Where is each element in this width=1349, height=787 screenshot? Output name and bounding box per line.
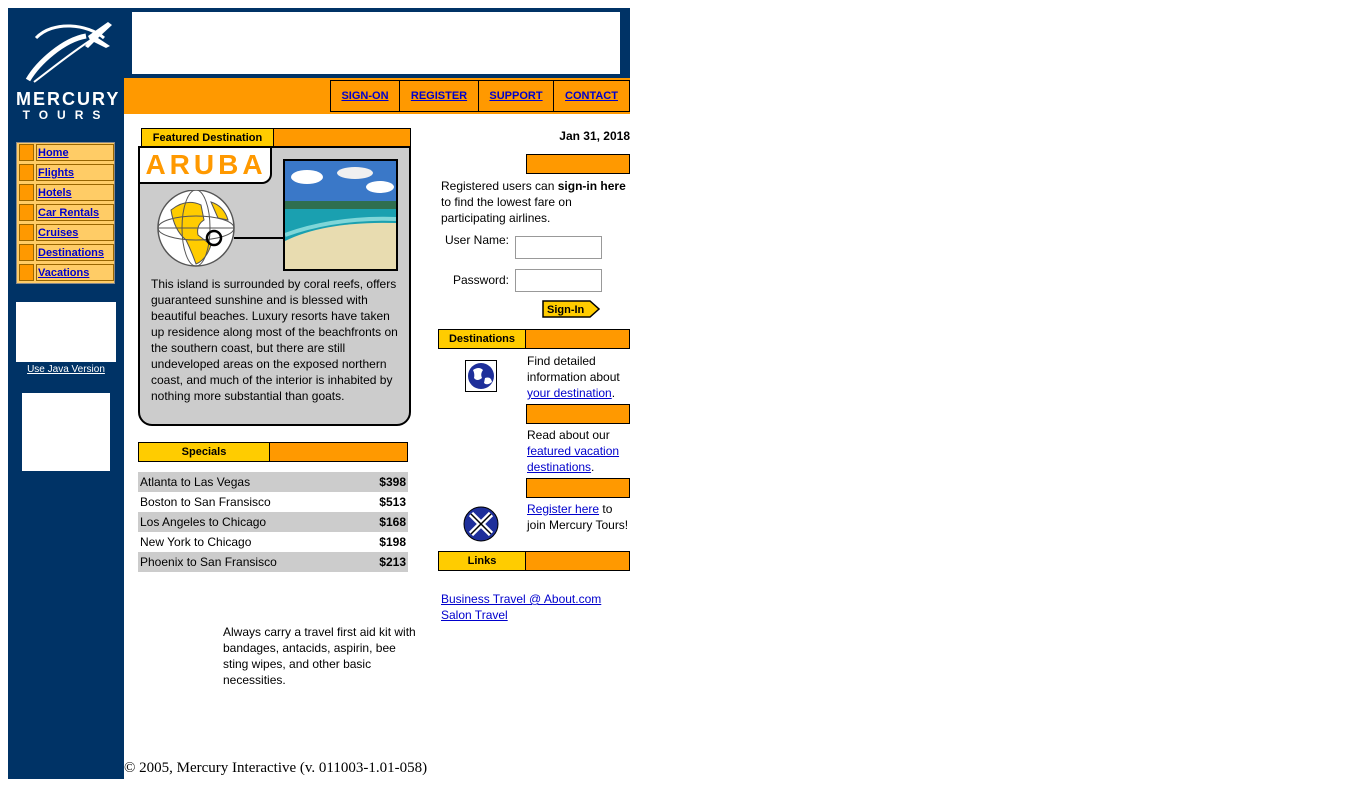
special-price: $513: [379, 495, 406, 509]
vacations-info: Read about our featured vacation destina…: [527, 427, 632, 475]
destinations-header: Destinations: [438, 329, 630, 349]
menu-car-rentals-link[interactable]: Car Rentals: [38, 207, 99, 219]
menu-item-home: Home: [19, 143, 114, 162]
menu-item-destinations: Destinations: [19, 243, 114, 262]
ad-banner: [132, 12, 620, 74]
menu-item-flights: Flights: [19, 163, 114, 182]
signin-header-bar: [526, 154, 630, 174]
specials-row: Los Angeles to Chicago $168: [138, 512, 408, 532]
destinations-text-post: .: [611, 386, 616, 400]
globe-locator-icon: [156, 189, 238, 270]
special-route: Phoenix to San Fransisco: [140, 555, 277, 569]
special-price: $213: [379, 555, 406, 569]
menu-destinations-link[interactable]: Destinations: [38, 247, 104, 259]
specials-row: Boston to San Fransisco $513: [138, 492, 408, 512]
menu-vacations-link[interactable]: Vacations: [38, 267, 89, 279]
special-price: $168: [379, 515, 406, 529]
username-field[interactable]: [515, 236, 602, 259]
signin-intro-pre: Registered users can: [441, 179, 558, 193]
destinations-title: Destinations: [439, 330, 526, 348]
sign-in-button-label: Sign-In: [547, 304, 585, 316]
world-globe-icon: [465, 360, 497, 392]
nav-register: REGISTER: [399, 80, 479, 112]
vacations-header-bar: [526, 404, 630, 424]
special-price: $398: [379, 475, 406, 489]
password-label: Password:: [452, 273, 509, 287]
support-link[interactable]: SUPPORT: [489, 90, 542, 102]
register-header-bar: [526, 478, 630, 498]
specials-row: New York to Chicago $198: [138, 532, 408, 552]
password-field[interactable]: [515, 269, 602, 292]
specials-header: Specials: [138, 442, 408, 462]
register-link[interactable]: REGISTER: [411, 90, 467, 102]
side-menu: Home Flights Hotels Car Rentals Cruises …: [16, 142, 115, 284]
special-route: Boston to San Fransisco: [140, 495, 271, 509]
sign-in-button[interactable]: Sign-In: [542, 300, 601, 318]
special-route: Atlanta to Las Vegas: [140, 475, 251, 489]
register-cross-icon: [462, 505, 500, 543]
register-here-link[interactable]: Register here: [527, 502, 599, 516]
specials-row: Phoenix to San Fransisco $213: [138, 552, 408, 572]
nav-sign-on: SIGN-ON: [330, 80, 400, 112]
brand-subname: TOURS: [22, 108, 110, 122]
special-route: New York to Chicago: [140, 535, 252, 549]
sign-on-link[interactable]: SIGN-ON: [341, 90, 388, 102]
destination-name: ARUBA: [145, 149, 267, 180]
menu-item-car-rentals: Car Rentals: [19, 203, 114, 222]
destinations-info: Find detailed information about your des…: [527, 353, 632, 401]
ad-placeholder: [22, 393, 110, 471]
copyright-footer: © 2005, Mercury Interactive (v. 011003-1…: [124, 760, 428, 776]
java-applet-placeholder: [16, 302, 116, 362]
destination-description: This island is surrounded by coral reefs…: [151, 277, 398, 403]
signin-intro-post: to find the lowest fare on participating…: [441, 195, 572, 225]
vacations-text-pre: Read about our: [527, 428, 610, 442]
nav-contact: CONTACT: [553, 80, 630, 112]
menu-hotels-link[interactable]: Hotels: [38, 187, 72, 199]
contact-link[interactable]: CONTACT: [565, 90, 618, 102]
beach-photo: [283, 159, 398, 271]
special-route: Los Angeles to Chicago: [140, 515, 267, 529]
links-title: Links: [439, 552, 526, 570]
travel-tip: Always carry a travel first aid kit with…: [223, 625, 416, 687]
menu-home-link[interactable]: Home: [38, 147, 69, 159]
your-destination-link[interactable]: your destination: [527, 386, 612, 400]
signin-intro-bold: sign-in here: [557, 179, 626, 193]
menu-flights-link[interactable]: Flights: [38, 167, 74, 179]
vacations-text-post: .: [591, 460, 595, 474]
featured-vacation-destinations-link[interactable]: featured vacation destinations: [527, 444, 619, 474]
username-label: User Name:: [444, 233, 509, 247]
featured-destination-header: Featured Destination: [141, 128, 411, 148]
business-travel-link[interactable]: Business Travel @ About.com: [441, 592, 601, 606]
specials-row: Atlanta to Las Vegas $398: [138, 472, 408, 492]
menu-cruises-link[interactable]: Cruises: [38, 227, 78, 239]
special-price: $198: [379, 535, 406, 549]
menu-item-cruises: Cruises: [19, 223, 114, 242]
locator-connector-line: [234, 237, 284, 239]
links-list: Business Travel @ About.com Salon Travel: [441, 591, 601, 623]
current-date: Jan 31, 2018: [559, 129, 630, 143]
register-info: Register here to join Mercury Tours!: [527, 501, 632, 533]
salon-travel-link[interactable]: Salon Travel: [441, 608, 508, 622]
nav-support: SUPPORT: [478, 80, 554, 112]
specials-title: Specials: [139, 443, 270, 461]
use-java-version-link[interactable]: Use Java Version: [27, 364, 105, 375]
featured-destination-title: Featured Destination: [142, 129, 274, 147]
brand-name: MERCURY: [16, 89, 121, 109]
menu-item-hotels: Hotels: [19, 183, 114, 202]
links-header: Links: [438, 551, 630, 571]
destinations-text-pre: Find detailed information about: [527, 354, 620, 384]
signin-intro: Registered users can sign-in here to fin…: [441, 178, 630, 226]
menu-item-vacations: Vacations: [19, 263, 114, 282]
java-version-container: Use Java Version: [16, 364, 116, 375]
